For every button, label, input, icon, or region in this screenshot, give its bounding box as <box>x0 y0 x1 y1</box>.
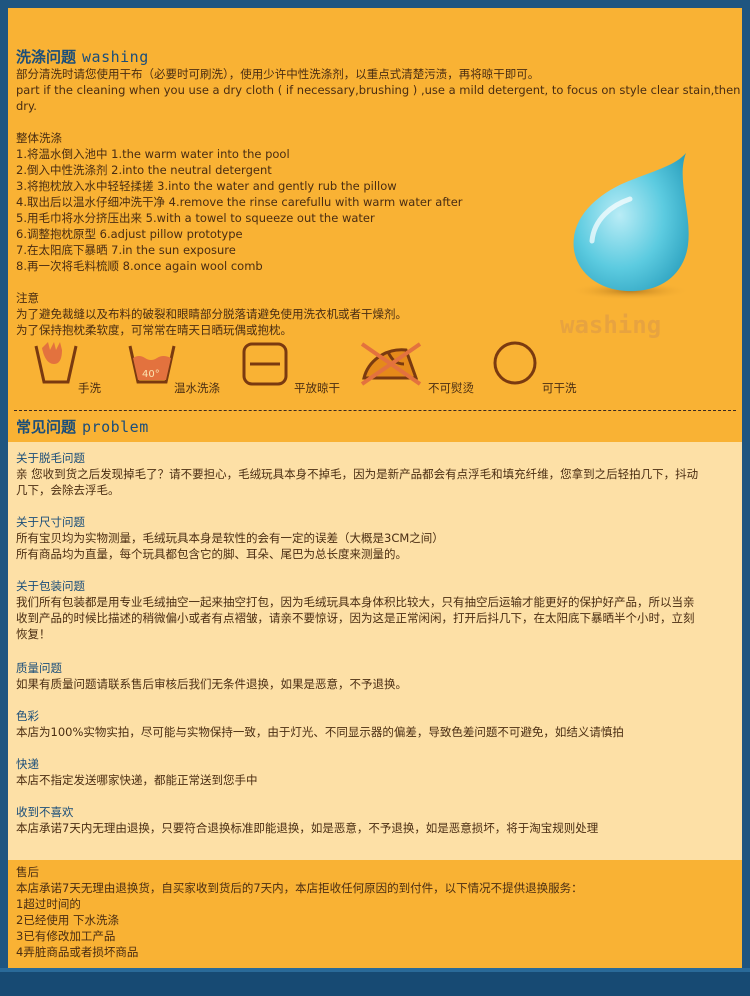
faq-answer-line: 所有商品均为直量，每个玩具都包含它的脚、耳朵、尾巴为总长度来测量的。 <box>16 547 407 561</box>
note-block: 注意 为了避免裁缝以及布料的破裂和眼睛部分脱落请避免使用洗衣机或者干燥剂。 为了… <box>16 290 616 338</box>
note-line: 为了避免裁缝以及布料的破裂和眼睛部分脱落请避免使用洗衣机或者干燥剂。 <box>16 307 407 321</box>
faq-answer-line: 亲 您收到货之后发现掉毛了？请不要担心，毛绒玩具本身不掉毛，因为是新产品都会有点… <box>16 467 699 481</box>
aftersale-line: 4弄脏商品或者损坏商品 <box>16 945 139 959</box>
faq-item: 关于包装问题 我们所有包装都是用专业毛绒抽空一起来抽空打包，因为毛绒玩具本身体积… <box>16 578 738 642</box>
faq-question: 关于尺寸问题 <box>16 515 85 529</box>
washing-title: 洗涤问题 washing <box>16 46 149 67</box>
faq-question: 色彩 <box>16 709 39 723</box>
warm-wash-40-icon: 40° <box>128 340 176 386</box>
intro-en-2: dry. <box>16 99 37 113</box>
faq-answer-line: 几下，会除去浮毛。 <box>16 483 120 497</box>
faq-question: 收到不喜欢 <box>16 805 74 819</box>
step-item: 2.倒入中性洗涤剂 2.into the neutral detergent <box>16 163 272 177</box>
step-item: 8.再一次将毛料梳顺 8.once again wool comb <box>16 259 263 273</box>
no-iron-label: 不可熨烫 <box>428 381 474 395</box>
wash-temp-text: 40° <box>142 369 160 380</box>
step-item: 1.将温水倒入池中 1.the warm water into the pool <box>16 147 290 161</box>
warm-wash-label: 温水洗涤 <box>174 381 220 395</box>
faq-answer-line: 如果有质量问题请联系售后审核后我们无条件退换，如果是恶意，不予退换。 <box>16 677 407 691</box>
step-item: 3.将抱枕放入水中轻轻揉搓 3.into the water and gentl… <box>16 179 397 193</box>
problem-title-en: problem <box>82 418 149 436</box>
intro-cn: 部分清洗时请您使用干布（必要时可刷洗），使用少许中性洗涤剂，以重点式清楚污渍，再… <box>16 67 540 81</box>
faq-answer-line: 本店为100%实物实拍，尽可能与实物保持一致，由于灯光、不同显示器的偏差，导致色… <box>16 725 624 739</box>
problem-title-cn: 常见问题 <box>16 418 77 436</box>
faq-answer-line: 本店承诺7天内无理由退换，只要符合退换标准即能退换，如是恶意，不予退换，如是恶意… <box>16 821 599 835</box>
faq-answer-line: 我们所有包装都是用专业毛绒抽空一起来抽空打包，因为毛绒玩具本身体积比较大，只有抽… <box>16 595 695 609</box>
overall-title: 整体洗涤 <box>16 131 62 145</box>
aftersale-line: 2已经使用 下水洗涤 <box>16 913 119 927</box>
faq-item: 关于脱毛问题 亲 您收到货之后发现掉毛了？请不要担心，毛绒玩具本身不掉毛，因为是… <box>16 450 738 498</box>
washing-title-en: washing <box>82 48 149 66</box>
aftersale-section: 售后 本店承诺7天无理由退换货，自买家收到货后的7天内，本店拒收任何原因的到付件… <box>8 860 742 968</box>
hand-wash-icon <box>34 340 78 386</box>
faq-question: 质量问题 <box>16 661 62 675</box>
faq-question: 快递 <box>16 757 39 771</box>
step-item: 6.调整抱枕原型 6.adjust pillow prototype <box>16 227 243 241</box>
hand-wash-label: 手洗 <box>78 381 101 395</box>
content-panel: 洗涤问题 washing 部分清洗时请您使用干布（必要时可刷洗），使用少许中性洗涤… <box>8 8 742 968</box>
dry-clean-icon <box>492 340 538 386</box>
faq-question: 关于包装问题 <box>16 579 85 593</box>
washing-logo-text: washing <box>560 311 661 339</box>
aftersale-line: 本店承诺7天无理由退换货，自买家收到货后的7天内，本店拒收任何原因的到付件，以下… <box>16 881 583 895</box>
faq-answer-line: 收到产品的时候比描述的稍微偏小或者有点褶皱，请亲不要惊讶，因为这是正常闲闲，打开… <box>16 611 695 625</box>
faq-item: 质量问题 如果有质量问题请联系售后审核后我们无条件退换，如果是恶意，不予退换。 <box>16 660 738 692</box>
problem-title: 常见问题 problem <box>16 416 149 437</box>
faq-section: 关于脱毛问题 亲 您收到货之后发现掉毛了？请不要担心，毛绒玩具本身不掉毛，因为是… <box>8 442 742 860</box>
faq-item: 快递 本店不指定发送哪家快递，都能正常送到您手中 <box>16 756 738 788</box>
bottom-bar <box>0 968 750 996</box>
aftersale-line: 3已有修改加工产品 <box>16 929 116 943</box>
page-frame: 洗涤问题 washing 部分清洗时请您使用干布（必要时可刷洗），使用少许中性洗涤… <box>0 0 750 996</box>
bottom-stripe <box>0 968 750 972</box>
aftersale-block: 售后 本店承诺7天无理由退换货，自买家收到货后的7天内，本店拒收任何原因的到付件… <box>16 864 738 960</box>
overall-washing: 整体洗涤 1.将温水倒入池中 1.the warm water into the… <box>16 130 556 274</box>
washing-section: 洗涤问题 washing 部分清洗时请您使用干布（必要时可刷洗），使用少许中性洗涤… <box>8 8 742 442</box>
washing-title-cn: 洗涤问题 <box>16 48 77 66</box>
step-item: 4.取出后以温水仔细冲洗干净 4.remove the rinse carefu… <box>16 195 463 209</box>
faq-item: 色彩 本店为100%实物实拍，尽可能与实物保持一致，由于灯光、不同显示器的偏差，… <box>16 708 738 740</box>
faq-question: 关于脱毛问题 <box>16 451 85 465</box>
dry-flat-label: 平放晾干 <box>294 381 340 395</box>
aftersale-line: 1超过时间的 <box>16 897 81 911</box>
water-drop-illustration: washing <box>558 153 703 353</box>
water-drop-icon: washing <box>560 153 690 339</box>
washing-intro: 部分清洗时请您使用干布（必要时可刷洗），使用少许中性洗涤剂，以重点式清楚污渍，再… <box>16 66 741 114</box>
faq-answer-line: 本店不指定发送哪家快递，都能正常送到您手中 <box>16 773 258 787</box>
intro-en-1: part if the cleaning when you use a dry … <box>16 83 741 97</box>
no-iron-icon <box>358 338 424 388</box>
dry-flat-icon <box>242 342 288 386</box>
note-line: 为了保持抱枕柔软度，可常常在晴天日晒玩偶或抱枕。 <box>16 323 292 337</box>
faq-answer-line: 所有宝贝均为实物测量，毛绒玩具本身是软性的会有一定的误差（大概是3CM之间） <box>16 531 444 545</box>
faq-item: 收到不喜欢 本店承诺7天内无理由退换，只要符合退换标准即能退换，如是恶意，不予退… <box>16 804 738 836</box>
step-item: 7.在太阳底下暴晒 7.in the sun exposure <box>16 243 236 257</box>
faq-answer-line: 恢复！ <box>16 627 51 641</box>
dry-clean-label: 可干洗 <box>542 381 577 395</box>
note-title: 注意 <box>16 291 39 305</box>
aftersale-title: 售后 <box>16 865 39 879</box>
step-item: 5.用毛巾将水分挤压出来 5.with a towel to squeeze o… <box>16 211 375 225</box>
section-divider <box>14 410 736 411</box>
faq-item: 关于尺寸问题 所有宝贝均为实物测量，毛绒玩具本身是软性的会有一定的误差（大概是3… <box>16 514 738 562</box>
